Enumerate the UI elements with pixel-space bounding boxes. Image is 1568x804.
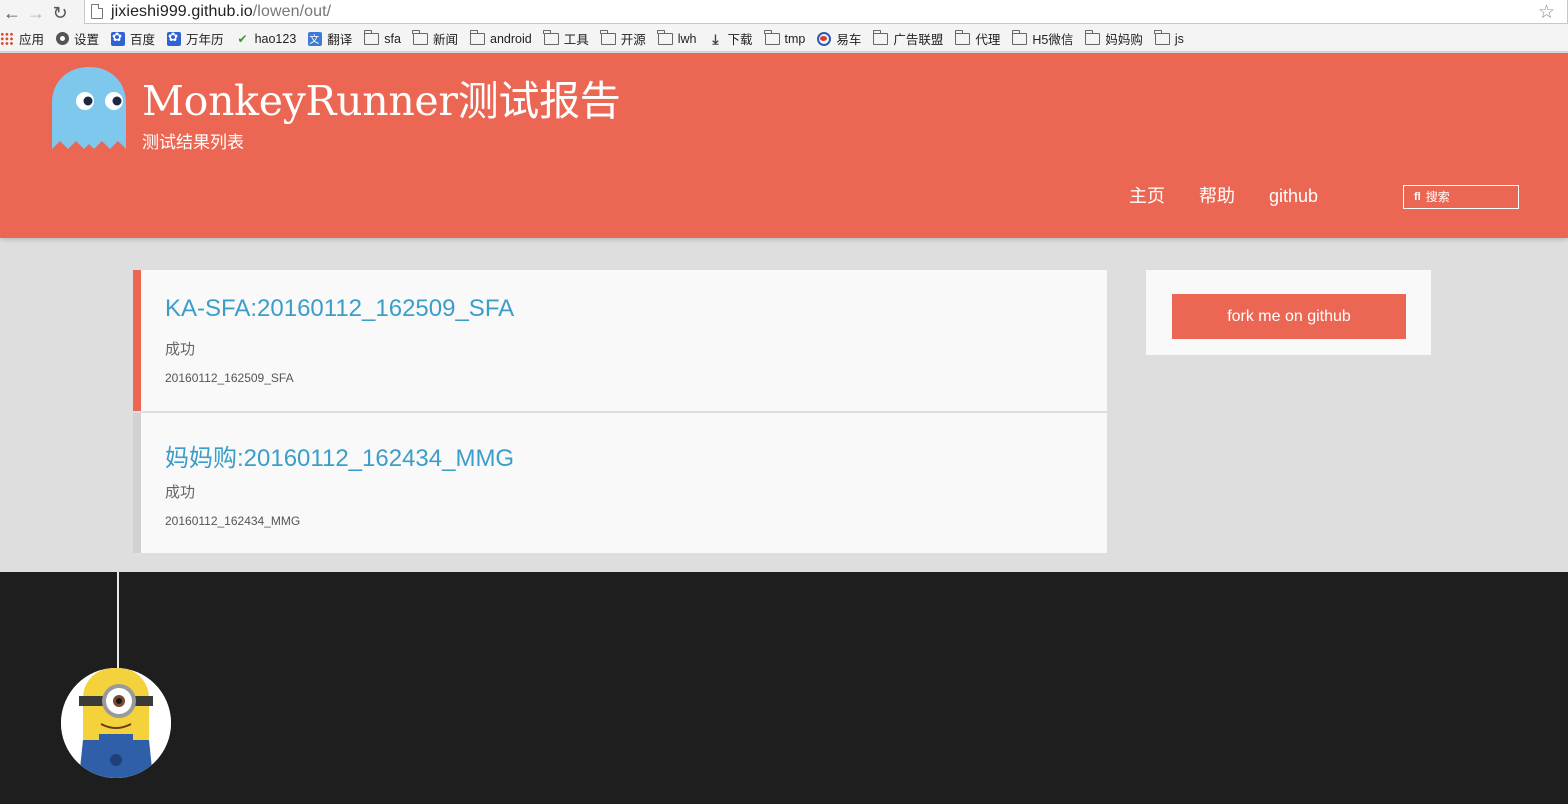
site-footer: [0, 572, 1568, 804]
folder-icon: [1154, 30, 1170, 45]
folder-icon: [543, 30, 559, 45]
bookmark-ads[interactable]: 广告联盟: [872, 29, 943, 48]
folder-icon: [1084, 30, 1101, 45]
bookmark-calendar[interactable]: 万年历: [167, 29, 224, 48]
bookmark-star-icon[interactable]: ☆: [1538, 1, 1555, 24]
hao123-icon: ✔: [237, 31, 248, 46]
hanging-rope: [117, 572, 119, 670]
yiche-icon: [817, 31, 832, 46]
main-nav: 主页 帮助 github: [1112, 183, 1335, 209]
folder-icon: [764, 30, 780, 45]
translate-icon: [308, 31, 323, 46]
post-item: KA-SFA:20160112_162509_SFA 成功 20160112_1…: [133, 270, 1107, 411]
post-meta: 20160112_162509_SFA: [165, 371, 294, 385]
bookmark-mmg[interactable]: 妈妈购: [1084, 29, 1143, 48]
bookmarks-bar: 应用 设置 百度 万年历 ✔hao123 翻译 sfa 新闻 android 工…: [0, 26, 1568, 52]
search-box[interactable]: fl: [1403, 185, 1519, 209]
url-host: jixieshi999.github.io: [111, 2, 253, 20]
browser-toolbar: ← → ↻ jixieshi999.github.io/lowen/out/ ☆: [0, 0, 1568, 26]
search-input[interactable]: [1425, 190, 1516, 204]
bookmark-yiche[interactable]: 易车: [817, 29, 861, 48]
folder-icon: [657, 30, 673, 45]
bookmark-translate[interactable]: 翻译: [308, 29, 352, 48]
bookmark-lwh[interactable]: lwh: [657, 30, 697, 46]
minion-avatar-icon[interactable]: [61, 668, 171, 778]
sidebar: fork me on github: [1146, 270, 1431, 355]
site-subtitle: 测试结果列表: [142, 133, 244, 152]
reload-icon[interactable]: ↻: [48, 2, 72, 24]
fork-on-github-button[interactable]: fork me on github: [1172, 294, 1406, 339]
post-item: 妈妈购:20160112_162434_MMG 成功 20160112_1624…: [133, 413, 1107, 553]
post-meta: 20160112_162434_MMG: [165, 514, 301, 528]
folder-icon: [954, 30, 971, 45]
bookmark-opensource[interactable]: 开源: [600, 29, 646, 48]
bookmark-android[interactable]: android: [469, 30, 532, 46]
bookmark-news[interactable]: 新闻: [412, 29, 458, 48]
folder-icon: [600, 30, 616, 45]
folder-icon: [872, 30, 889, 45]
nav-help[interactable]: 帮助: [1199, 183, 1235, 209]
apps-icon: [0, 31, 14, 46]
nav-home[interactable]: 主页: [1129, 183, 1165, 209]
download-icon: ⤓: [712, 30, 719, 47]
search-icon: fl: [1414, 191, 1421, 203]
back-arrow-icon[interactable]: ←: [0, 2, 24, 24]
post-status: 成功: [165, 341, 196, 358]
post-title-link[interactable]: 妈妈购:20160112_162434_MMG: [165, 438, 514, 473]
page-icon: [91, 4, 103, 19]
url-path: /lowen/out/: [252, 2, 332, 20]
url-text[interactable]: jixieshi999.github.io/lowen/out/: [111, 3, 331, 21]
bookmark-tools[interactable]: 工具: [543, 29, 589, 48]
folder-icon: [469, 30, 485, 45]
address-bar[interactable]: jixieshi999.github.io/lowen/out/ ☆: [84, 0, 1568, 24]
bookmark-hao123[interactable]: ✔ hao123: [236, 32, 297, 46]
bookmark-apps[interactable]: 应用: [0, 29, 44, 48]
folder-icon: [1011, 30, 1028, 45]
bookmark-baidu[interactable]: 百度: [111, 29, 155, 48]
post-status: 成功: [165, 484, 196, 501]
bookmark-js[interactable]: js: [1154, 30, 1184, 46]
bookmark-settings[interactable]: 设置: [56, 29, 99, 48]
baidu-paw-icon: [111, 30, 126, 46]
bookmark-sfa[interactable]: sfa: [363, 30, 401, 46]
nav-github[interactable]: github: [1269, 183, 1318, 209]
baidu-paw-icon: [167, 30, 182, 46]
bookmark-tmp[interactable]: tmp: [764, 30, 805, 46]
bookmark-proxy[interactable]: 代理: [954, 29, 1000, 48]
site-header: MonkeyRunner测试报告 测试结果列表 主页 帮助 github fl: [0, 53, 1568, 238]
bookmark-download[interactable]: ⤓ 下载: [709, 29, 752, 48]
gear-icon: [56, 32, 70, 45]
bookmark-h5wechat[interactable]: H5微信: [1011, 29, 1073, 48]
ghost-logo-icon[interactable]: [52, 67, 126, 149]
forward-arrow-icon[interactable]: →: [24, 2, 48, 24]
site-title[interactable]: MonkeyRunner测试报告: [142, 67, 621, 127]
post-title-link[interactable]: KA-SFA:20160112_162509_SFA: [165, 295, 514, 323]
folder-icon: [412, 30, 428, 45]
folder-icon: [363, 30, 380, 45]
